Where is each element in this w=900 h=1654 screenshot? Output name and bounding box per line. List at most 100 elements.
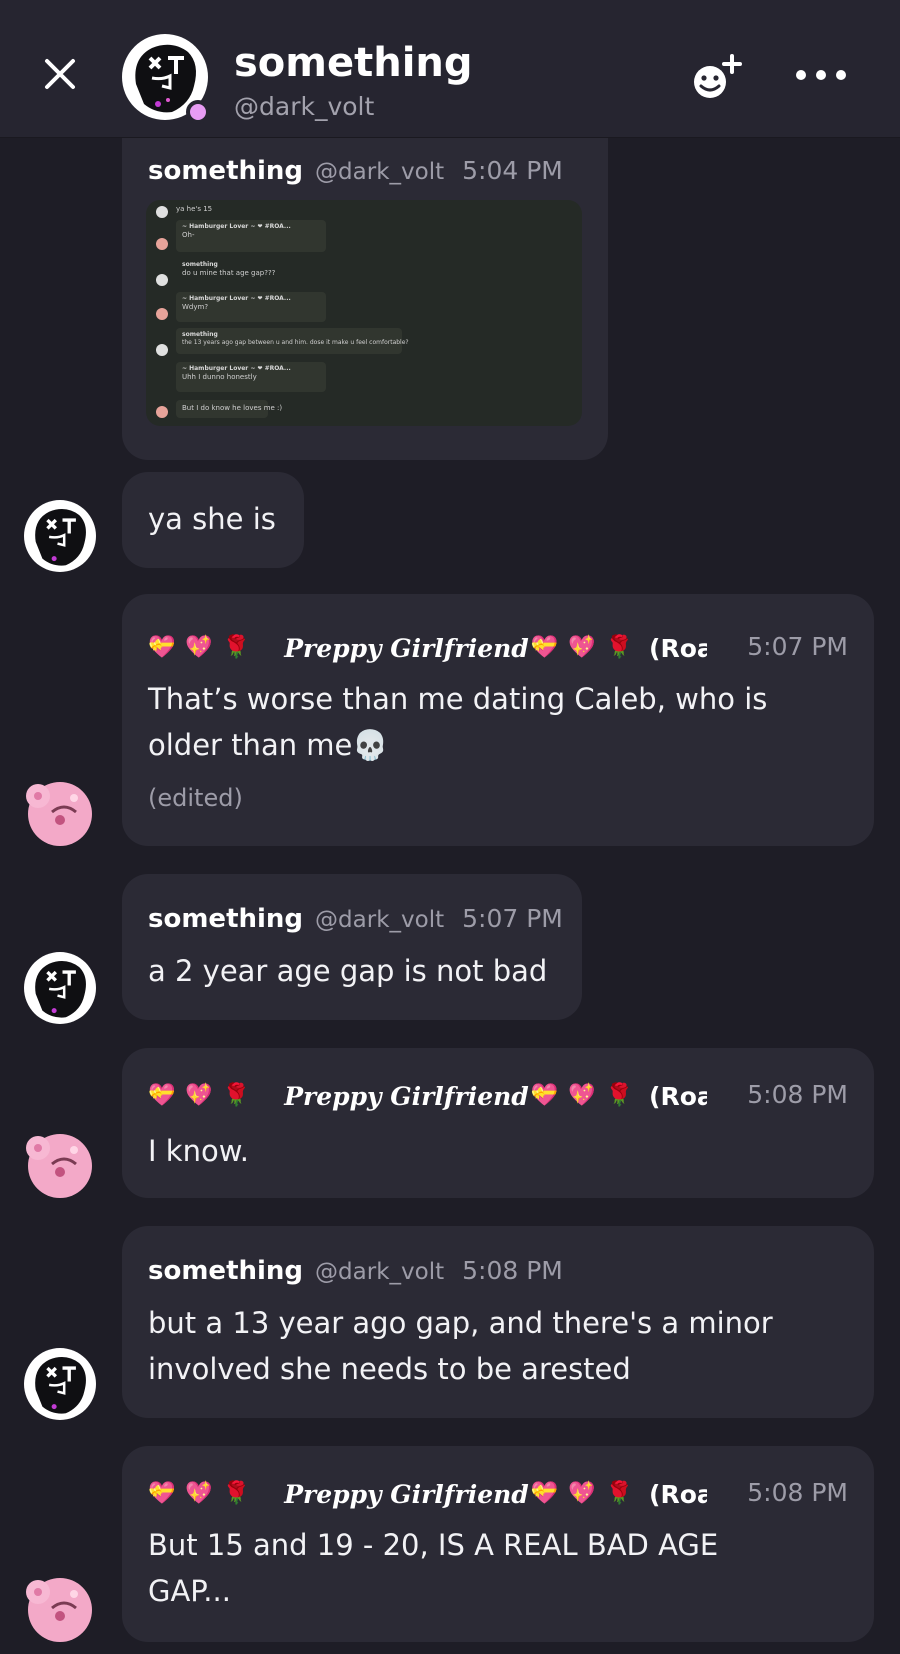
message-bubble[interactable]: 💝 💖 🌹 Preppy Girlfriend 💝 💖 🌹 (Roa 5:08 … — [122, 1446, 874, 1642]
screenshot-line: But I do know he loves me :) — [182, 404, 283, 412]
rose-icon: 🌹 — [222, 1481, 251, 1506]
sparkling-heart-icon: 💖 — [185, 1481, 213, 1506]
online-status-dot — [186, 100, 210, 124]
screenshot-avatar — [156, 206, 168, 218]
author-name[interactable]: something — [148, 156, 303, 186]
message-bubble-screenshot[interactable]: something @dark_volt 5:04 PM ya he's 15 … — [122, 110, 608, 460]
add-friend-button[interactable] — [688, 52, 748, 106]
screenshot-message: ~ Hamburger Lover ~ ❤ #ROA... Oh- — [176, 220, 326, 252]
author-handle: @dark_volt — [315, 159, 445, 185]
message-line: But 15 and 19 - 20, IS A REAL BAD AGE — [148, 1528, 719, 1562]
author-name[interactable]: Preppy Girlfriend — [284, 1480, 529, 1509]
message-time: 5:07 PM — [462, 904, 563, 933]
screenshot-message: ~ Hamburger Lover ~ ❤ #ROA... Uhh I dunn… — [176, 362, 326, 392]
gift-heart-icon: 💝 — [148, 635, 176, 660]
rose-icon: 🌹 — [222, 1083, 251, 1108]
message-text: but a 13 year ago gap, and there's a min… — [148, 1300, 773, 1392]
message-time: 5:08 PM — [747, 1080, 848, 1109]
message-text: I know. — [148, 1134, 249, 1168]
message-time: 5:07 PM — [747, 632, 848, 661]
screenshot-line: something — [182, 331, 218, 338]
author-name[interactable]: something — [148, 1256, 303, 1286]
message-text: That’s worse than me dating Caleb, who i… — [148, 676, 767, 768]
avatar[interactable] — [24, 500, 96, 572]
author-name-overflow: (Roa — [649, 1081, 708, 1111]
screenshot-line: do u mine that age gap??? — [182, 269, 276, 277]
screenshot-line: Uhh I dunno honestly — [182, 373, 257, 381]
message-meta: something @dark_volt 5:07 PM — [148, 904, 563, 934]
screenshot-line: ~ Hamburger Lover ~ ❤ #ROA... — [182, 365, 291, 372]
message-bubble[interactable]: something @dark_volt 5:07 PM a 2 year ag… — [122, 874, 582, 1020]
message-text: a 2 year age gap is not bad — [148, 954, 548, 988]
author-name[interactable]: something — [148, 904, 303, 934]
rose-icon: 🌹 — [605, 1083, 634, 1108]
add-friend-icon — [694, 54, 742, 98]
message-line: older than me💀 — [148, 728, 389, 762]
rose-icon: 🌹 — [222, 635, 251, 660]
close-button[interactable] — [38, 52, 82, 96]
message-meta: 💝 💖 🌹 Preppy Girlfriend 💝 💖 🌹 (Roa — [148, 628, 707, 668]
screenshot-line: ~ Hamburger Lover ~ ❤ #ROA... — [182, 223, 291, 230]
message-bubble[interactable]: something @dark_volt 5:08 PM but a 13 ye… — [122, 1226, 874, 1418]
screenshot-avatar — [156, 238, 168, 250]
message-line: That’s worse than me dating Caleb, who i… — [148, 682, 768, 716]
message-line: GAP... — [148, 1574, 231, 1608]
message-bubble[interactable]: 💝 💖 🌹 Preppy Girlfriend 💝 💖 🌹 (Roa 5:08 … — [122, 1048, 874, 1198]
screenshot-line: Wdym? — [182, 303, 209, 311]
author-name[interactable]: Preppy Girlfriend — [284, 634, 529, 663]
message-text: ya she is — [148, 502, 276, 536]
edited-label: (edited) — [148, 784, 243, 812]
gift-heart-icon: 💝 — [148, 1481, 176, 1506]
message-time: 5:04 PM — [462, 156, 563, 185]
screenshot-line: the 13 years ago gap between u and him. … — [182, 339, 409, 346]
avatar[interactable] — [24, 1572, 96, 1644]
sparkling-heart-icon: 💖 — [568, 635, 596, 660]
screenshot-message: But I do know he loves me :) — [176, 400, 283, 418]
avatar[interactable] — [24, 776, 96, 848]
screenshot-line: ~ Hamburger Lover ~ ❤ #ROA... — [182, 295, 291, 302]
message-text: But 15 and 19 - 20, IS A REAL BAD AGE GA… — [148, 1522, 718, 1614]
author-name-overflow: (Roa — [649, 1479, 708, 1509]
screenshot-message: something do u mine that age gap??? — [176, 258, 276, 284]
sparkling-heart-icon: 💖 — [568, 1481, 596, 1506]
header-handle: @dark_volt — [234, 92, 375, 121]
more-dot — [796, 70, 806, 80]
header-title: something — [234, 40, 473, 86]
screenshot-message: ~ Hamburger Lover ~ ❤ #ROA... Wdym? — [176, 292, 326, 322]
rose-icon: 🌹 — [605, 1481, 634, 1506]
more-options-button[interactable] — [796, 60, 846, 90]
screenshot-line: ya he's 15 — [176, 205, 213, 213]
more-dot — [836, 70, 846, 80]
screenshot-line: Oh- — [182, 231, 195, 239]
avatar[interactable] — [24, 952, 96, 1024]
author-handle: @dark_volt — [315, 907, 445, 933]
author-name[interactable]: Preppy Girlfriend — [284, 1082, 529, 1111]
close-icon — [45, 59, 75, 89]
message-time: 5:08 PM — [747, 1478, 848, 1507]
message-time: 5:08 PM — [462, 1256, 563, 1285]
screenshot-avatar — [156, 274, 168, 286]
gift-heart-icon: 💝 — [530, 635, 559, 660]
screenshot-avatar — [156, 344, 168, 356]
avatar[interactable] — [24, 1128, 96, 1200]
chat-header: something @dark_volt — [0, 0, 900, 138]
author-name-overflow: (Roa — [649, 633, 708, 663]
avatar[interactable] — [24, 1348, 96, 1420]
screenshot-avatar — [156, 406, 168, 418]
message-meta: something @dark_volt 5:04 PM — [148, 156, 563, 186]
message-bubble[interactable]: 💝 💖 🌹 Preppy Girlfriend 💝 💖 🌹 (Roa 5:07 … — [122, 594, 874, 846]
screenshot-message: something the 13 years ago gap between u… — [176, 328, 409, 354]
sparkling-heart-icon: 💖 — [185, 1083, 213, 1108]
message-meta: 💝 💖 🌹 Preppy Girlfriend 💝 💖 🌹 (Roa — [148, 1076, 707, 1116]
author-handle: @dark_volt — [315, 1259, 445, 1285]
message-line: involved she needs to be arested — [148, 1352, 631, 1386]
message-meta: something @dark_volt 5:08 PM — [148, 1256, 563, 1286]
gift-heart-icon: 💝 — [530, 1481, 559, 1506]
message-line: but a 13 year ago gap, and there's a min… — [148, 1306, 773, 1340]
rose-icon: 🌹 — [605, 635, 634, 660]
gift-heart-icon: 💝 — [148, 1083, 176, 1108]
screenshot-avatar — [156, 308, 168, 320]
message-bubble[interactable]: ya she is — [122, 472, 304, 568]
attached-screenshot-image[interactable]: ya he's 15 ~ Hamburger Lover ~ ❤ #ROA...… — [146, 200, 582, 426]
more-dot — [816, 70, 826, 80]
